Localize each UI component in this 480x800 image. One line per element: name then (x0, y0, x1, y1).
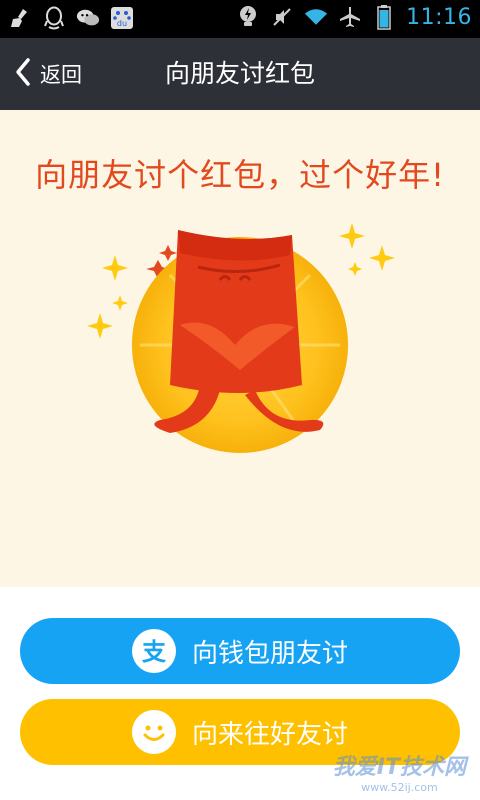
chevron-left-icon (14, 57, 32, 91)
airplane-icon (338, 4, 362, 30)
battery-icon (372, 4, 396, 30)
bulb-icon (236, 4, 260, 30)
wifi-icon (304, 4, 328, 30)
baidu-icon: du (110, 5, 134, 31)
ask-laiwang-friends-label: 向来往好友讨 (191, 719, 348, 750)
watermark-url: www.52ij.com (361, 781, 438, 794)
svg-text:支: 支 (142, 638, 167, 666)
broom-icon (8, 5, 32, 31)
laiwang-smile-icon (131, 710, 176, 754)
red-packet-illustration (87, 223, 395, 453)
headline: 向朋友讨个红包，过个好年! (35, 156, 445, 194)
svg-text:du: du (117, 19, 127, 28)
wechat-icon (76, 5, 100, 31)
back-label: 返回 (40, 63, 82, 87)
alipay-icon: 支 (131, 629, 176, 673)
status-bar: du 11:16 (0, 0, 480, 38)
watermark-text: 我爱IT技术网 (332, 755, 466, 780)
ask-wallet-friends-button[interactable]: 支 向钱包朋友讨 (20, 618, 460, 684)
ask-wallet-friends-label: 向钱包朋友讨 (191, 638, 348, 669)
back-button[interactable]: 返回 (14, 38, 82, 110)
main-content: 向朋友讨个红包，过个好年! (0, 110, 480, 587)
bottom-actions: 支 向钱包朋友讨 向来往好友讨 我爱IT技术网 www.52ij.com (0, 587, 480, 800)
status-clock: 11:16 (406, 4, 472, 30)
mute-icon (270, 4, 294, 30)
watermark: 我爱IT技术网 www.52ij.com (333, 749, 466, 794)
title-bar: 返回 向朋友讨红包 (0, 38, 480, 110)
qq-icon (42, 5, 66, 31)
